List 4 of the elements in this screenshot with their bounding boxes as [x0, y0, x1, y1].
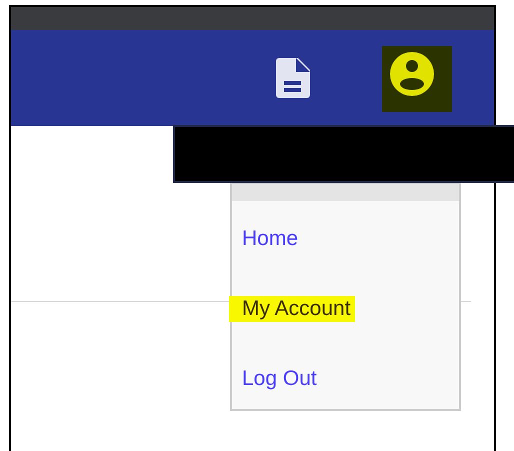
- menu-item[interactable]: Home: [242, 226, 298, 252]
- document-icon[interactable]: [276, 58, 310, 98]
- menu-item[interactable]: Log Out: [242, 366, 317, 392]
- menu-item[interactable]: My Account: [229, 296, 355, 322]
